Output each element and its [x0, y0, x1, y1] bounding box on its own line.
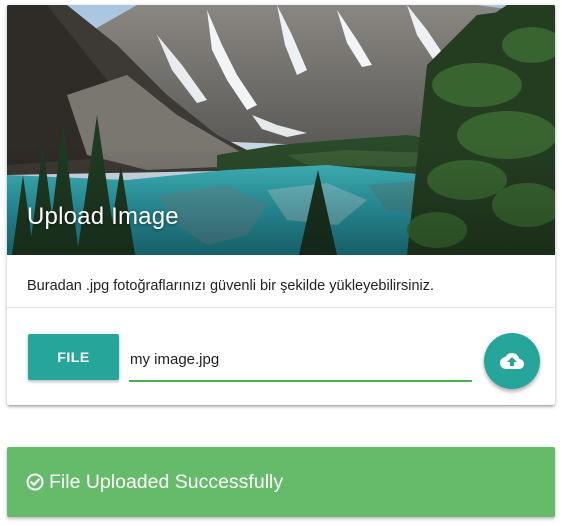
- file-path-input[interactable]: [129, 338, 472, 382]
- check-circle-icon: [26, 473, 44, 491]
- file-button[interactable]: FILE: [28, 334, 119, 380]
- upload-card: Upload Image Buradan .jpg fotoğraflarını…: [7, 5, 555, 405]
- cloud-upload-icon: [500, 353, 524, 369]
- card-title: Upload Image: [27, 203, 179, 230]
- upload-form: FILE: [7, 308, 555, 405]
- alert-message: File Uploaded Successfully: [49, 470, 284, 493]
- card-description: Buradan .jpg fotoğraflarınızı güvenli bi…: [27, 278, 435, 294]
- card-description-section: Buradan .jpg fotoğraflarınızı güvenli bi…: [7, 255, 555, 308]
- upload-button[interactable]: [484, 333, 540, 389]
- success-alert: File Uploaded Successfully: [7, 447, 555, 517]
- card-image: Upload Image: [7, 5, 555, 255]
